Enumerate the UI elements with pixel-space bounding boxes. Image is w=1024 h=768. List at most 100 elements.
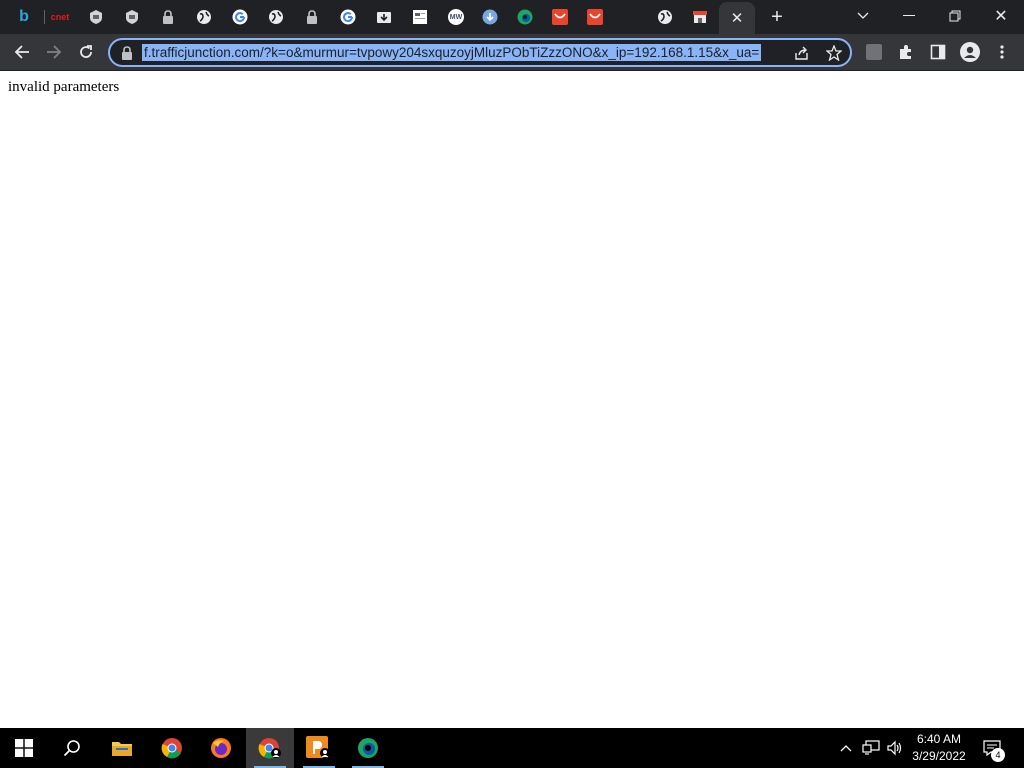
- extensions-menu-button[interactable]: [892, 38, 920, 66]
- plus-icon: +: [771, 5, 783, 28]
- search-button[interactable]: [48, 728, 96, 768]
- more-vert-icon: [1000, 45, 1004, 59]
- tab-globe[interactable]: [186, 0, 222, 34]
- tab-active[interactable]: ✕: [719, 2, 755, 34]
- side-panel-button[interactable]: [924, 38, 952, 66]
- windows-logo-icon: [15, 739, 33, 757]
- arrow-left-icon: [14, 45, 29, 59]
- close-tab-icon[interactable]: ✕: [731, 9, 744, 27]
- chevron-down-icon: [857, 12, 869, 19]
- profile-button[interactable]: [956, 38, 984, 66]
- search-icon: [63, 740, 80, 757]
- globe-icon: [196, 9, 212, 25]
- shield-app-icon: [88, 9, 104, 25]
- start-button[interactable]: [0, 728, 48, 768]
- network-icon: [862, 740, 880, 755]
- red-app-icon: [587, 9, 603, 25]
- tab-lock[interactable]: [294, 0, 330, 34]
- avatar-icon: [960, 42, 980, 62]
- edge-icon: [358, 738, 378, 758]
- windows-taskbar: 6:40 AM 3/29/2022: [0, 728, 1024, 768]
- tab-download[interactable]: [472, 0, 508, 34]
- clock[interactable]: 6:40 AM 3/29/2022: [906, 731, 972, 765]
- lock-icon[interactable]: [120, 45, 134, 61]
- forward-button[interactable]: [40, 38, 68, 66]
- reload-button[interactable]: [72, 38, 100, 66]
- taskbar-edge[interactable]: [344, 728, 392, 768]
- folder-icon: [112, 742, 132, 756]
- network-button[interactable]: [860, 728, 882, 768]
- tab-lock[interactable]: [150, 0, 186, 34]
- taskbar-app-profile[interactable]: [295, 728, 343, 768]
- folder-download-icon: [376, 9, 392, 25]
- extension-button[interactable]: [860, 38, 888, 66]
- tab-document[interactable]: [402, 0, 438, 34]
- red-app-icon: [552, 9, 568, 25]
- store-icon: [692, 9, 708, 25]
- minimize-button[interactable]: [886, 0, 932, 32]
- extension-app-icon: [866, 44, 882, 60]
- address-bar[interactable]: f.trafficjunction.com/?k=o&murmur=tvpowy…: [108, 38, 852, 67]
- globe-icon: [268, 9, 284, 25]
- edge-icon: [517, 9, 533, 25]
- browser-toolbar: f.trafficjunction.com/?k=o&murmur=tvpowy…: [0, 34, 1024, 71]
- google-icon: [340, 9, 356, 25]
- taskbar-chrome-profile[interactable]: [246, 728, 294, 768]
- cnet-icon: cnet: [50, 12, 70, 22]
- tab-globe[interactable]: [647, 0, 683, 34]
- notification-badge: 4: [991, 748, 1005, 762]
- back-button[interactable]: [8, 38, 36, 66]
- star-icon: [826, 45, 842, 61]
- lock-icon: [304, 9, 320, 25]
- orange-app-icon: [306, 736, 330, 758]
- minimize-icon: [903, 15, 915, 16]
- tab-globe[interactable]: [258, 0, 294, 34]
- tab-mw[interactable]: MW: [438, 0, 474, 34]
- url-text[interactable]: f.trafficjunction.com/?k=o&murmur=tvpowy…: [142, 44, 762, 61]
- clock-date: 3/29/2022: [912, 749, 966, 763]
- tab-strip: b cnet MW ✕ + ✕: [0, 0, 1024, 34]
- shield-app-icon: [124, 9, 140, 25]
- mw-icon: MW: [448, 9, 464, 25]
- taskbar-firefox[interactable]: [197, 728, 245, 768]
- show-hidden-icons-button[interactable]: [836, 728, 856, 768]
- firefox-icon: [211, 738, 231, 758]
- tab-shield-app[interactable]: [78, 0, 114, 34]
- tab-folder-download[interactable]: [366, 0, 402, 34]
- bing-icon: b: [19, 8, 29, 25]
- restore-icon: [949, 10, 961, 22]
- tab-bing[interactable]: b: [6, 0, 42, 34]
- tab-search-button[interactable]: [840, 0, 886, 32]
- google-icon: [232, 9, 248, 25]
- chrome-icon: [161, 738, 182, 759]
- error-message: invalid parameters: [8, 79, 120, 95]
- share-button[interactable]: [792, 43, 812, 63]
- tab-red-app[interactable]: [577, 0, 613, 34]
- tab-store[interactable]: [682, 0, 718, 34]
- share-icon: [795, 46, 808, 60]
- clock-time: 6:40 AM: [916, 732, 962, 746]
- globe-icon: [657, 9, 673, 25]
- side-panel-icon: [930, 44, 946, 60]
- taskbar-file-explorer[interactable]: [98, 728, 146, 768]
- volume-button[interactable]: [884, 728, 906, 768]
- taskbar-chrome[interactable]: [148, 728, 196, 768]
- document-icon: [412, 9, 428, 25]
- tab-shield-app[interactable]: [114, 0, 150, 34]
- browser-menu-button[interactable]: [988, 38, 1016, 66]
- tab-red-app[interactable]: [542, 0, 578, 34]
- chevron-up-icon: [840, 745, 852, 752]
- speaker-icon: [887, 740, 902, 756]
- tab-cnet[interactable]: cnet: [42, 0, 78, 34]
- tab-edge[interactable]: [507, 0, 543, 34]
- chrome-profile-icon: [258, 738, 281, 759]
- window-close-button[interactable]: ✕: [978, 0, 1024, 32]
- puzzle-icon: [900, 45, 911, 59]
- arrow-right-icon: [47, 45, 62, 59]
- restore-button[interactable]: [932, 0, 978, 32]
- lock-icon: [160, 9, 176, 25]
- bookmark-button[interactable]: [824, 43, 844, 63]
- tab-google[interactable]: [330, 0, 366, 34]
- tab-google[interactable]: [222, 0, 258, 34]
- new-tab-button[interactable]: +: [764, 4, 790, 30]
